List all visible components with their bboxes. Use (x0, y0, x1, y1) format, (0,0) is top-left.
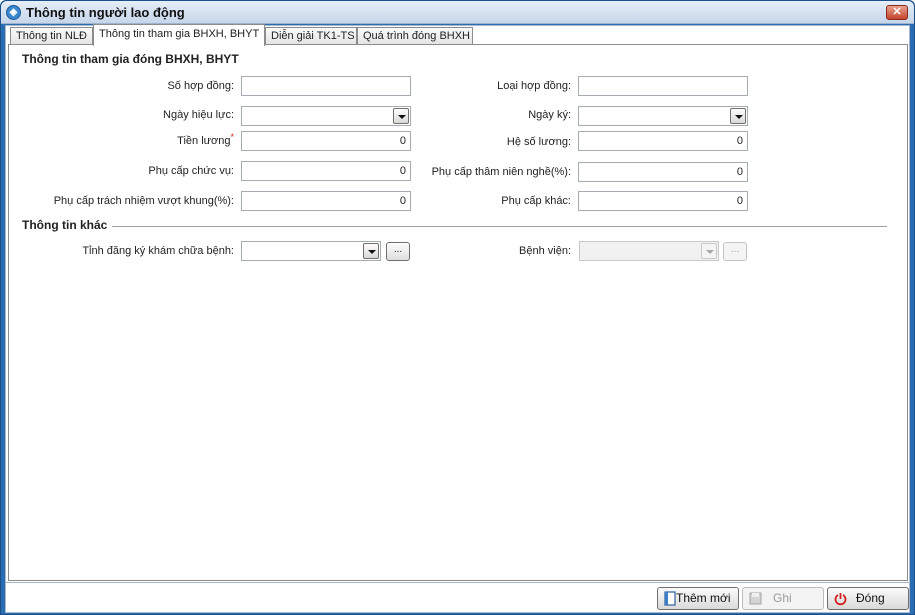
chevron-down-icon[interactable] (393, 108, 409, 124)
dialog-client: Thông tin NLĐ Thông tin tham gia BHXH, B… (5, 24, 910, 613)
hospital-browse-button[interactable]: ... (723, 242, 747, 261)
window-title: Thông tin người lao động (26, 5, 185, 20)
app-icon: ◈ (6, 5, 21, 20)
chevron-down-icon[interactable] (363, 243, 379, 259)
seniority-allowance-label: Phụ cấp thâm niên nghề(%): (431, 166, 571, 178)
position-allowance-input[interactable]: 0 (241, 161, 411, 181)
save-label: Ghi (773, 591, 792, 605)
effective-date-picker[interactable] (241, 106, 411, 126)
contract-no-input[interactable] (241, 76, 411, 96)
contract-type-input[interactable] (578, 76, 748, 96)
hospital-select[interactable] (579, 241, 719, 261)
contract-no-label: Số hợp đồng: (167, 80, 234, 92)
province-label: Tỉnh đăng ký khám chữa bệnh: (82, 245, 234, 257)
add-new-button[interactable]: Thêm mới (657, 587, 739, 610)
tab-employee-info[interactable]: Thông tin NLĐ (10, 27, 93, 45)
close-button[interactable]: Đóng (827, 587, 909, 610)
over-frame-allowance-input[interactable]: 0 (241, 191, 411, 211)
seniority-allowance-input[interactable]: 0 (578, 162, 748, 182)
contract-type-label: Loại hợp đồng: (497, 80, 571, 92)
power-icon (834, 593, 847, 606)
salary-label: Tiền lương* (177, 132, 234, 147)
salary-coef-input[interactable]: 0 (578, 131, 748, 151)
hospital-label: Bệnh viện: (519, 245, 571, 257)
window-close-button[interactable]: ✕ (886, 5, 908, 20)
required-marker: * (230, 132, 234, 142)
over-frame-allowance-label: Phụ cấp trách nhiệm vượt khung(%): (53, 195, 234, 207)
tab-tk1-ts-explanation[interactable]: Diễn giải TK1-TS (265, 27, 357, 45)
chevron-down-icon[interactable] (701, 243, 717, 259)
command-bar: Thêm mới Ghi Đóng (6, 582, 909, 612)
other-allowance-label: Phụ cấp khác: (501, 195, 571, 207)
save-button[interactable]: Ghi (742, 587, 824, 610)
tab-bhxh-payment-history[interactable]: Quá trình đóng BHXH (357, 27, 473, 45)
salary-label-text: Tiền lương (177, 135, 231, 147)
close-label: Đóng (856, 591, 885, 605)
sign-date-label: Ngày ký: (528, 109, 571, 121)
add-new-label: Thêm mới (676, 591, 731, 605)
floppy-disk-icon (749, 592, 762, 605)
section-title-other: Thông tin khác (22, 218, 108, 232)
other-allowance-input[interactable]: 0 (578, 191, 748, 211)
tab-insurance-participation[interactable]: Thông tin tham gia BHXH, BHYT (93, 24, 265, 46)
window: ◈ Thông tin người lao động ✕ Thông tin N… (0, 0, 915, 615)
salary-input[interactable]: 0 (241, 131, 411, 151)
province-select[interactable] (241, 241, 381, 261)
section-title-participation: Thông tin tham gia đóng BHXH, BHYT (22, 52, 239, 66)
section-divider (112, 226, 887, 227)
province-browse-button[interactable]: ... (386, 242, 410, 261)
salary-coef-label: Hệ số lương: (506, 136, 571, 148)
tab-panel: Thông tin tham gia đóng BHXH, BHYT Số hợ… (8, 44, 908, 581)
sign-date-picker[interactable] (578, 106, 748, 126)
effective-date-label: Ngày hiệu lực: (163, 109, 234, 121)
position-allowance-label: Phụ cấp chức vụ: (148, 165, 234, 177)
title-bar: ◈ Thông tin người lao động ✕ (1, 1, 914, 24)
chevron-down-icon[interactable] (730, 108, 746, 124)
